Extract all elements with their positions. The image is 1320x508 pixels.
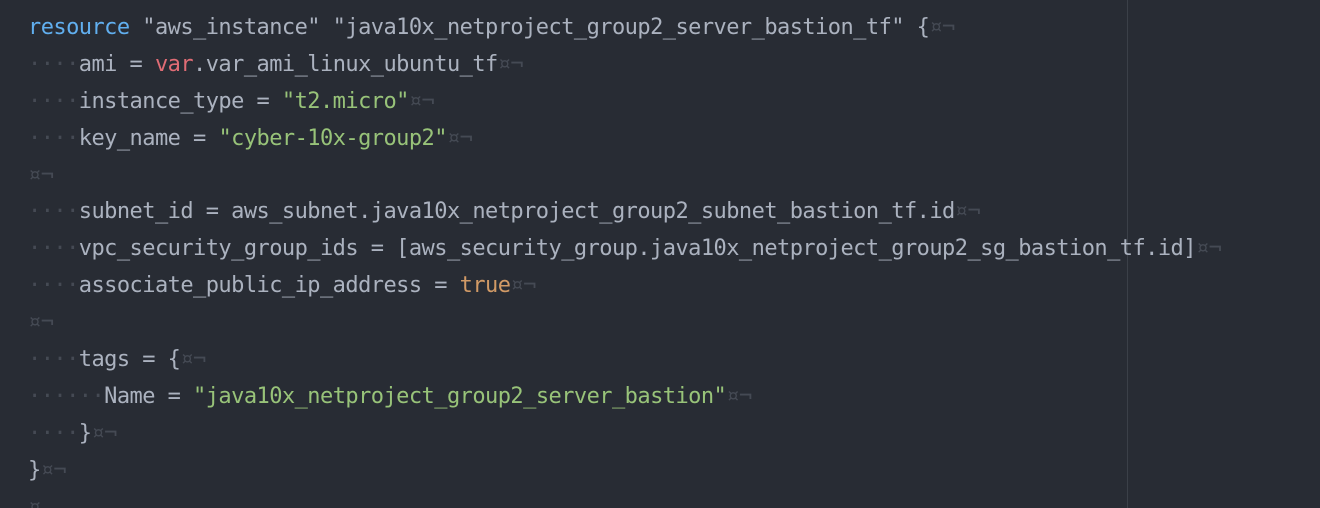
code-lines[interactable]: resource "aws_instance" "java10x_netproj… [28,10,1222,508]
invisible-chars: ¤¬ [40,457,67,483]
invisible-chars: ¤ [28,494,41,508]
invisible-chars: ¤¬ [28,162,54,188]
invisible-chars: ¤¬ [1195,236,1222,262]
code-line[interactable]: ¤ [28,490,1221,508]
code-line[interactable]: ····subnet_id = aws_subnet.java10x_netpr… [28,194,1221,231]
code-line[interactable]: ····tags = {¤¬ [28,342,1221,379]
code-text: tags = { [78,347,181,373]
variable-token: var [154,51,194,77]
string-token: "cyber-10x-group2" [218,125,447,151]
invisible-chars: ···· [28,347,79,373]
code-text: associate_public_ip_address = [78,273,460,299]
code-text: key_name = [78,125,219,151]
code-line[interactable]: ····}¤¬ [28,416,1221,453]
invisible-chars: ¤¬ [446,125,473,151]
code-line[interactable]: ¤¬ [28,158,1221,195]
string-token: "t2.micro" [281,88,410,114]
invisible-chars: ¤¬ [28,310,54,336]
invisible-chars: ···· [28,199,79,225]
invisible-chars: ···· [28,88,79,114]
code-text: vpc_security_group_ids = [aws_security_g… [78,236,1197,262]
code-line[interactable]: ····key_name = "cyber-10x-group2"¤¬ [28,121,1221,158]
code-text: "aws_instance" "java10x_netproject_group… [129,15,930,40]
code-text: Name = [104,383,194,409]
invisible-chars: ¤¬ [510,273,536,299]
invisible-chars: ¤¬ [726,383,752,409]
code-text: ami = [78,51,155,77]
invisible-chars: ¤¬ [954,199,981,225]
invisible-chars: ¤¬ [91,420,117,446]
code-text: } [78,420,92,446]
invisible-chars: ···· [28,236,79,262]
code-text: subnet_id = aws_subnet.java10x_netprojec… [78,199,956,225]
invisible-chars: ···· [28,125,79,151]
code-line[interactable]: }¤¬ [28,453,1221,490]
invisible-chars: ···· [28,51,79,77]
invisible-chars: ···· [28,273,79,299]
invisible-chars: ¤¬ [929,15,955,40]
boolean-token: true [459,273,511,299]
invisible-chars: ¤¬ [408,88,435,114]
code-line[interactable]: ····associate_public_ip_address = true¤¬ [28,268,1221,305]
code-line[interactable]: resource "aws_instance" "java10x_netproj… [28,10,1221,47]
invisible-chars: ¤¬ [497,51,524,77]
code-line[interactable]: ······Name = "java10x_netproject_group2_… [28,379,1221,416]
code-editor[interactable]: resource "aws_instance" "java10x_netproj… [0,0,1320,508]
code-line[interactable]: ¤¬ [28,305,1221,342]
invisible-chars: ······ [28,383,105,409]
code-line[interactable]: ····ami = var.var_ami_linux_ubuntu_tf¤¬ [28,47,1221,84]
code-text: instance_type = [78,88,282,114]
string-token: "java10x_netproject_group2_server_bastio… [193,383,727,409]
code-text: .var_ami_linux_ubuntu_tf [193,51,498,77]
invisible-chars: ¤¬ [180,347,206,373]
invisible-chars: ···· [28,420,79,446]
code-line[interactable]: ····vpc_security_group_ids = [aws_securi… [28,231,1222,268]
code-line[interactable]: ····instance_type = "t2.micro"¤¬ [28,84,1221,121]
keyword-token: resource [28,15,130,40]
code-text: } [28,457,41,483]
